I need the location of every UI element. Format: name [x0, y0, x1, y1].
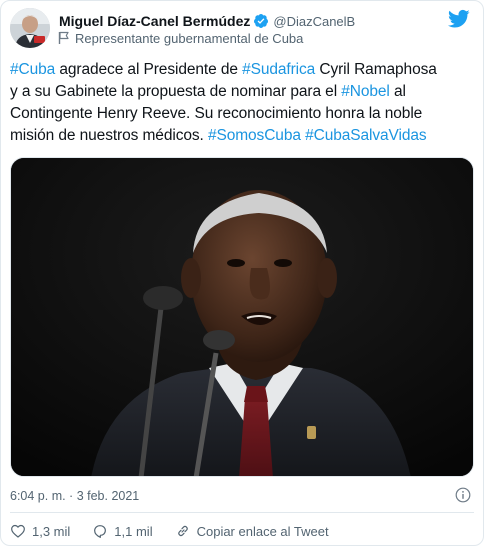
author-name[interactable]: Miguel Díaz-Canel Bermúdez: [59, 13, 250, 29]
verified-badge-icon: [254, 14, 269, 28]
tweet-text-segment: misión de nuestros médicos.: [10, 127, 208, 144]
photo-of-speaker: [11, 158, 473, 476]
tweet-text-segment: Contingente Henry Reeve. Su reconocimien…: [10, 105, 423, 122]
tweet-text-line: y a su Gabinete la propuesta de nominar …: [10, 81, 476, 103]
tweet-photo[interactable]: [10, 157, 474, 477]
copy-link-label: Copiar enlace al Tweet: [196, 523, 329, 539]
tweet-text-line: Contingente Henry Reeve. Su reconocimien…: [10, 103, 476, 125]
tweet-text-line: #Cuba agradece al Presidente de #Sudafri…: [10, 59, 476, 81]
author-row: Miguel Díaz-Canel Bermúdez @DiazCanelB: [59, 11, 355, 31]
flag-icon: [58, 31, 69, 44]
tweet-text-segment: Cyril Ramaphosa: [315, 61, 437, 78]
reply-button[interactable]: 1,1 mil: [92, 523, 153, 539]
tweet-actions: 1,3 mil 1,1 mil Copiar enlace al Tweet: [10, 521, 329, 541]
author-handle[interactable]: @DiazCanelB: [273, 14, 355, 29]
twitter-bird-icon[interactable]: [448, 9, 470, 29]
reply-count: 1,1 mil: [114, 523, 153, 539]
divider: [10, 512, 474, 513]
heart-icon: [11, 524, 25, 538]
link-icon: [177, 525, 188, 537]
tweet-text-segment: al: [389, 83, 406, 100]
tweet-text-segment: agradece al Presidente de: [55, 61, 243, 78]
tweet-timestamp[interactable]: 6:04 p. m. · 3 feb. 2021: [10, 489, 139, 503]
hashtag-link[interactable]: #CubaSalvaVidas: [305, 127, 427, 144]
like-count: 1,3 mil: [32, 523, 71, 539]
government-label[interactable]: Representante gubernamental de Cuba: [75, 31, 303, 46]
tweet-card: Miguel Díaz-Canel Bermúdez @DiazCanelB R…: [0, 0, 484, 546]
hashtag-link[interactable]: #Sudafrica: [242, 61, 315, 78]
tweet-text: #Cuba agradece al Presidente de #Sudafri…: [10, 59, 476, 147]
avatar[interactable]: [10, 8, 50, 48]
like-button[interactable]: 1,3 mil: [10, 523, 70, 539]
info-icon[interactable]: [455, 487, 471, 503]
hashtag-link[interactable]: #Nobel: [341, 83, 390, 100]
reply-icon: [94, 525, 107, 538]
tweet-text-segment: y a su Gabinete la propuesta de nominar …: [10, 83, 342, 100]
copy-link-button[interactable]: Copiar enlace al Tweet: [175, 523, 329, 539]
tweet-text-line: misión de nuestros médicos. #SomosCuba #…: [10, 125, 476, 147]
government-label-row: Representante gubernamental de Cuba: [57, 29, 303, 47]
hashtag-link[interactable]: #Cuba: [10, 61, 55, 78]
avatar-image: [10, 8, 50, 48]
hashtag-link[interactable]: #SomosCuba: [208, 127, 301, 144]
